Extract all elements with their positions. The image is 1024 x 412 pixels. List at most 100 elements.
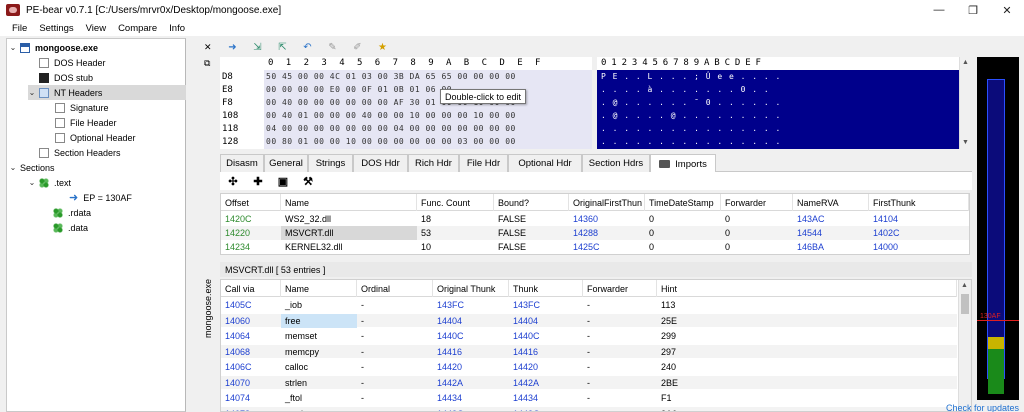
collapse-icon[interactable]: ⌄ [9,43,17,52]
functions-col-header[interactable]: Thunk [509,280,583,297]
ascii-row[interactable]: . @ . . . . . . ¯ 0 . . . . . . [601,98,781,107]
functions-col-header[interactable]: Call via [221,280,281,297]
tab-disasm[interactable]: Disasm [220,154,264,172]
collapse-icon[interactable]: ⌄ [28,178,36,187]
tab-file-hdr[interactable]: File Hdr [459,154,508,172]
ascii-view[interactable]: 0123456789ABCDEF P E . . L . . . ; Û e e… [597,57,959,149]
function-row[interactable]: 14064 memset - 1440C 1440C - 299 [221,329,957,343]
goto-icon[interactable]: ➜ [226,41,239,53]
imports-col-header[interactable]: NameRVA [793,194,869,211]
tree-item-text-section[interactable]: ⌄ .text [28,175,71,190]
tree-item-entry-point[interactable]: ➜ EP = 130AF [69,190,132,205]
detach-panel-icon[interactable]: ⧉ [204,58,210,69]
tree-item-data-section[interactable]: .data [53,220,88,235]
functions-col-header[interactable]: Forwarder [583,280,657,297]
functions-col-header[interactable]: Original Thunk [433,280,509,297]
tree-item-nt-headers[interactable]: ⌄ NT Headers [28,85,186,100]
tree-item-dos-stub[interactable]: DOS stub [39,70,93,85]
collapse-icon[interactable]: ⌄ [9,163,17,172]
hex-column-label: E [517,58,523,68]
collapse-icon[interactable]: ⌄ [28,88,36,97]
close-panel-icon[interactable]: ✕ [204,42,212,53]
tree-item-dos-header[interactable]: DOS Header [39,55,106,70]
imports-col-header[interactable]: Func. Count [417,194,494,211]
function-row[interactable]: 1406C calloc - 14420 14420 - 240 [221,360,957,374]
scroll-down-icon[interactable]: ▼ [962,139,969,146]
save-icon[interactable]: ⇲ [251,41,264,53]
file-minimap[interactable]: 130AF [977,57,1019,400]
scroll-thumb[interactable] [961,294,969,314]
tree-item-optional-header[interactable]: Optional Header [55,130,136,145]
tree-item-rdata-section[interactable]: .rdata [53,205,91,220]
hex-row-bytes[interactable]: 00 80 01 00 00 10 00 00 00 00 00 00 03 0… [266,137,516,146]
check-updates-link[interactable]: Check for updates [946,403,1019,412]
tab-section-hdrs[interactable]: Section Hdrs [582,154,650,172]
imports-row[interactable]: 14220 MSVCRT.dll 53 FALSE 14288 0 0 14544 1402C [221,226,969,240]
imports-row[interactable]: 14234 KERNEL32.dll 10 FALSE 1425C 0 0 146BA 1400… [221,240,969,254]
scroll-up-icon[interactable]: ▲ [961,282,968,289]
imports-col-header[interactable]: Bound? [494,194,569,211]
scroll-up-icon[interactable]: ▲ [962,59,969,66]
file-tab-vertical[interactable]: mongoose.exe [203,279,213,338]
hex-row-bytes[interactable]: 50 45 00 00 4C 01 03 00 3B DA 65 65 00 0… [266,72,516,81]
hex-scrollbar[interactable]: ▲ ▼ [959,57,971,149]
minimize-button[interactable]: — [922,0,956,20]
hex-row-bytes[interactable]: 00 00 00 00 E0 00 0F 01 0B 01 06 00 [266,85,452,94]
ascii-row[interactable]: . . . . . . . . . . . . . . . . [601,137,781,146]
imports-row[interactable]: 1420C WS2_32.dll 18 FALSE 14360 0 0 143AC 14104 [221,212,969,226]
function-row[interactable]: 1405C _iob - 143FC 143FC - 113 [221,298,957,312]
imports-col-header[interactable]: FirstThunk [869,194,969,211]
ascii-row[interactable]: . . . . . . . . . . . . . . . . [601,124,781,133]
ascii-row[interactable]: . @ . . . . @ . . . . . . . . . [601,111,781,120]
move-icon[interactable]: ✣ [226,174,240,188]
hex-row-bytes[interactable]: 04 00 00 00 00 00 00 00 04 00 00 00 00 0… [266,124,516,133]
wrench-icon[interactable]: ⚒ [301,174,315,188]
undo-icon[interactable]: ↶ [301,41,314,53]
menu-compare[interactable]: Compare [112,23,163,34]
imports-col-header[interactable]: Offset [221,194,281,211]
functions-col-header[interactable]: Hint [657,280,957,297]
ascii-bytes-area[interactable]: P E . . L . . . ; Û e e . . . . . . . . à… [597,70,959,149]
menu-info[interactable]: Info [163,23,191,34]
ascii-row[interactable]: P E . . L . . . ; Û e e . . . . [601,72,781,81]
functions-col-header[interactable]: Name [281,280,357,297]
star-icon[interactable]: ★ [376,41,389,53]
imports-col-header[interactable]: OriginalFirstThun [569,194,645,211]
tab-general[interactable]: General [264,154,308,172]
edit-icon[interactable]: ✎ [326,41,339,53]
export-icon[interactable]: ⇱ [276,41,289,53]
menu-view[interactable]: View [80,23,112,34]
pen-icon[interactable]: ✐ [351,41,364,53]
maximize-button[interactable]: ❐ [956,0,990,20]
tree-item-sections[interactable]: ⌄ Sections [9,160,55,175]
hex-view[interactable]: 0 1 2 3 4 5 6 7 8 9 A B C D E F D8 50 45 00 00 4C 01 03 … [220,57,592,149]
function-row[interactable]: 14070 strlen - 1442A 1442A - 2BE [221,375,957,389]
tab-rich-hdr[interactable]: Rich Hdr [408,154,459,172]
close-button[interactable]: ✕ [990,0,1024,20]
hex-row-bytes[interactable]: 00 40 01 00 00 00 40 00 00 10 00 00 00 1… [266,111,516,120]
imports-col-header[interactable]: Forwarder [721,194,793,211]
tree-item-section-headers[interactable]: Section Headers [39,145,121,160]
tree-item-signature[interactable]: Signature [55,100,109,115]
add-icon[interactable]: ✚ [251,174,265,188]
tree-item-file-header[interactable]: File Header [55,115,117,130]
function-row[interactable]: 14068 memcpy - 14416 14416 - 297 [221,344,957,358]
function-row[interactable]: 14074 _ftol - 14434 14434 - F1 [221,391,957,405]
tree-item-root[interactable]: ⌄ mongoose.exe [9,40,98,55]
tab-optional-hdr[interactable]: Optional Hdr [508,154,582,172]
save-file-icon[interactable]: ▣ [276,174,290,188]
function-row[interactable]: 14060 free -14404 14404-25E [221,313,957,328]
functions-col-header[interactable]: Ordinal [357,280,433,297]
function-row[interactable]: 14078rand-1443C1443C-2A6 [221,406,957,411]
ascii-row[interactable]: . . . . à . . . . . . . 0 . . [601,85,770,94]
menu-settings[interactable]: Settings [33,23,79,34]
functions-scrollbar[interactable]: ▲ [958,280,971,411]
imports-col-header[interactable]: TimeDateStamp [645,194,721,211]
tab-dos-hdr[interactable]: DOS Hdr [353,154,408,172]
tab-strings[interactable]: Strings [308,154,353,172]
tab-imports[interactable]: Imports [650,154,716,173]
ascii-column-label: 6 [662,58,669,68]
imports-col-header[interactable]: Name [281,194,417,211]
menu-file[interactable]: File [0,23,33,34]
function-cell: - [587,300,590,310]
